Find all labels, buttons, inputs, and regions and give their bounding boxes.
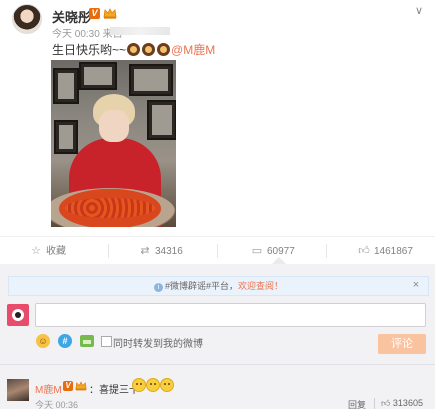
- cake-emoji-icon: [142, 43, 156, 56]
- reply-avatar[interactable]: [7, 379, 29, 401]
- divider: [0, 364, 435, 365]
- info-icon: i: [153, 283, 163, 292]
- verified-badge-icon: V: [89, 8, 100, 19]
- wall-frame: [129, 64, 173, 96]
- divider: [108, 244, 109, 258]
- divider: [374, 398, 375, 409]
- post-text: 生日快乐哟~~ @M鹿M: [52, 41, 215, 58]
- divider: [217, 244, 218, 258]
- post-photo[interactable]: [51, 60, 176, 227]
- image-icon[interactable]: [80, 335, 94, 347]
- notice-prefix[interactable]: #微博辟谣#平台，: [165, 281, 238, 291]
- close-icon[interactable]: ×: [409, 276, 423, 294]
- my-avatar: [7, 304, 29, 326]
- grin-emoji-icon: [160, 378, 174, 392]
- emoji-icon[interactable]: ☺: [36, 334, 50, 348]
- like-button[interactable]: 👍︎ 1461867: [358, 237, 413, 265]
- thumbs-up-icon: 👍︎: [381, 398, 391, 408]
- comment-icon: ▭: [251, 245, 263, 257]
- like-count: 1461867: [374, 246, 413, 257]
- thumbs-up-icon: 👍︎: [358, 245, 370, 257]
- blurred-source: [110, 27, 170, 35]
- repost-icon: ⇄: [140, 245, 150, 257]
- divider: [326, 244, 327, 258]
- comment-submit-button[interactable]: 评论: [378, 334, 426, 354]
- comment-input[interactable]: [35, 303, 426, 327]
- comment-count: 60977: [267, 246, 295, 257]
- topic-icon[interactable]: #: [58, 334, 72, 348]
- cake-emoji-icon: [157, 43, 171, 56]
- mention-link[interactable]: @M鹿M: [171, 43, 215, 57]
- repost-count: 34316: [155, 246, 183, 257]
- crown-member-icon: [103, 8, 117, 19]
- rumor-notice: i #微博辟谣#平台，欢迎查阅！: [8, 276, 429, 296]
- favorite-label: 收藏: [46, 246, 66, 257]
- repost-checkbox[interactable]: [101, 336, 112, 347]
- verified-badge-icon: V: [63, 381, 73, 391]
- reply-time: 今天 00:36: [35, 400, 79, 410]
- star-icon: ☆: [31, 245, 41, 257]
- cake-emoji-icon: [127, 43, 141, 56]
- crown-member-icon: [75, 381, 87, 391]
- post-text-prefix: 生日快乐哟~~: [52, 43, 127, 57]
- repost-button[interactable]: ⇄ 34316: [139, 237, 183, 265]
- wall-frame: [53, 68, 79, 104]
- author-avatar[interactable]: [12, 4, 42, 34]
- reply-author-name[interactable]: M鹿M: [35, 381, 62, 396]
- wall-frame: [79, 62, 117, 90]
- grin-emoji-icon: [146, 378, 160, 392]
- action-bar: ☆ 收藏 ⇄ 34316 ▭ 60977 👍︎ 1461867: [0, 236, 435, 265]
- chevron-down-icon[interactable]: ∨: [412, 6, 426, 17]
- wall-frame: [54, 120, 78, 154]
- reply-button[interactable]: 回复: [348, 398, 366, 411]
- reply-like-button[interactable]: 👍︎ 313605: [381, 398, 423, 409]
- comment-caret: [272, 257, 286, 264]
- person-face: [99, 110, 129, 142]
- favorite-button[interactable]: ☆ 收藏: [30, 237, 66, 265]
- reply-like-count: 313605: [392, 398, 423, 408]
- notice-link[interactable]: 欢迎查阅！: [238, 281, 283, 291]
- wall-frame: [147, 100, 176, 140]
- grin-emoji-icon: [132, 378, 146, 392]
- author-name[interactable]: 关晓彤: [52, 7, 91, 26]
- repost-checkbox-label[interactable]: 同时转发到我的微博: [113, 335, 203, 350]
